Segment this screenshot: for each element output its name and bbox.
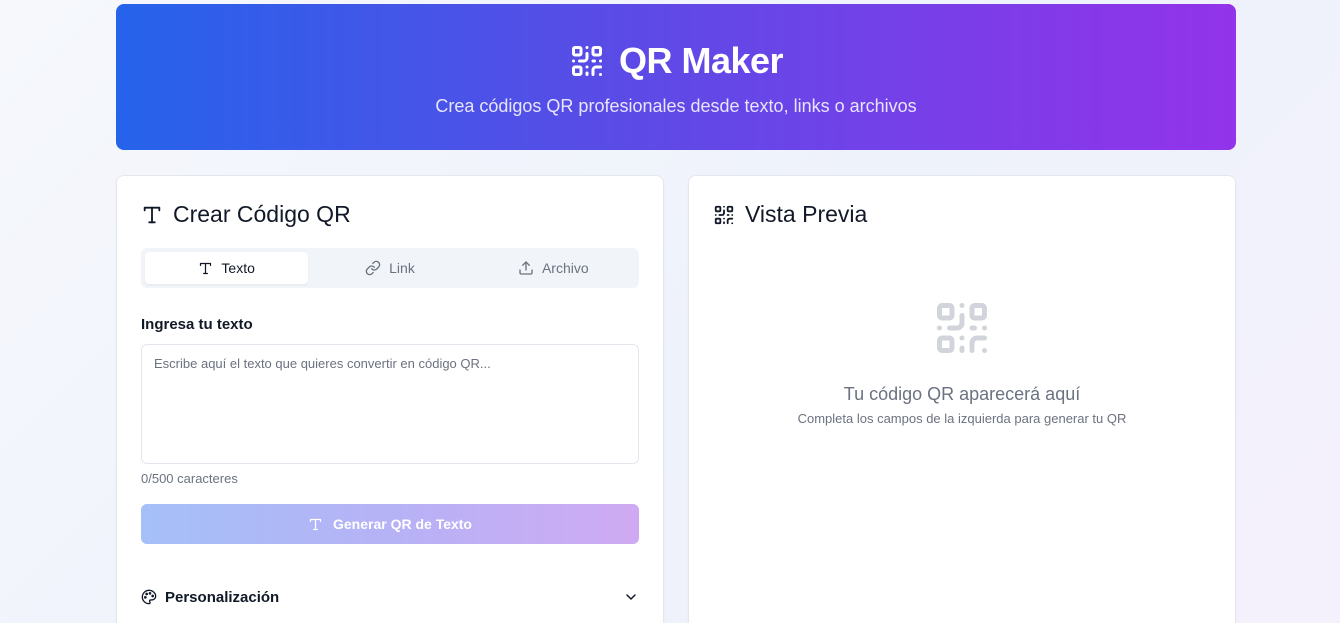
hero-title-row: QR Maker <box>116 40 1236 82</box>
type-icon <box>141 204 163 226</box>
customization-heading: Personalización <box>141 589 279 606</box>
qr-code-icon <box>569 43 605 79</box>
text-input[interactable] <box>141 344 639 464</box>
create-qr-heading: Crear Código QR <box>141 201 351 228</box>
create-qr-card: Crear Código QR Texto Link Archivo Ingre… <box>116 175 664 623</box>
app-subtitle: Crea códigos QR profesionales desde text… <box>435 96 917 116</box>
tab-label: Archivo <box>541 260 589 276</box>
tab-label: Link <box>389 260 415 276</box>
app-title: QR Maker <box>618 40 784 81</box>
tab-archivo[interactable]: Archivo <box>472 252 635 284</box>
preview-empty-title: Tu código QR aparecerá aquí <box>843 384 1081 404</box>
text-input-label: Ingresa tu texto <box>141 316 253 333</box>
chevron-down-icon[interactable] <box>623 589 639 605</box>
upload-icon <box>518 260 534 276</box>
preview-card: Vista Previa Tu código QR aparecerá aquí… <box>688 175 1236 623</box>
qr-code-icon <box>713 204 735 226</box>
hero-banner: QR Maker Crea códigos QR profesionales d… <box>116 4 1236 150</box>
char-counter: 0/500 caracteres <box>141 471 238 486</box>
generate-qr-button[interactable]: Generar QR de Texto <box>141 504 639 544</box>
tab-link[interactable]: Link <box>308 252 471 284</box>
tab-texto[interactable]: Texto <box>145 252 309 284</box>
create-qr-title: Crear Código QR <box>173 201 351 227</box>
customization-label: Personalización <box>165 588 280 606</box>
palette-icon <box>141 589 157 605</box>
qr-code-placeholder-icon <box>932 298 992 358</box>
type-icon <box>308 517 323 532</box>
link-icon <box>365 260 381 276</box>
preview-empty-state: Tu código QR aparecerá aquí Completa los… <box>689 298 1235 426</box>
tab-label: Texto <box>221 260 255 276</box>
type-icon <box>198 261 213 276</box>
preview-heading: Vista Previa <box>713 201 867 228</box>
preview-title: Vista Previa <box>745 201 868 227</box>
generate-qr-label: Generar QR de Texto <box>332 516 472 532</box>
input-type-tabs: Texto Link Archivo <box>141 248 639 288</box>
preview-empty-subtitle: Completa los campos de la izquierda para… <box>797 411 1127 426</box>
customization-toggle[interactable]: Personalización <box>141 586 639 608</box>
